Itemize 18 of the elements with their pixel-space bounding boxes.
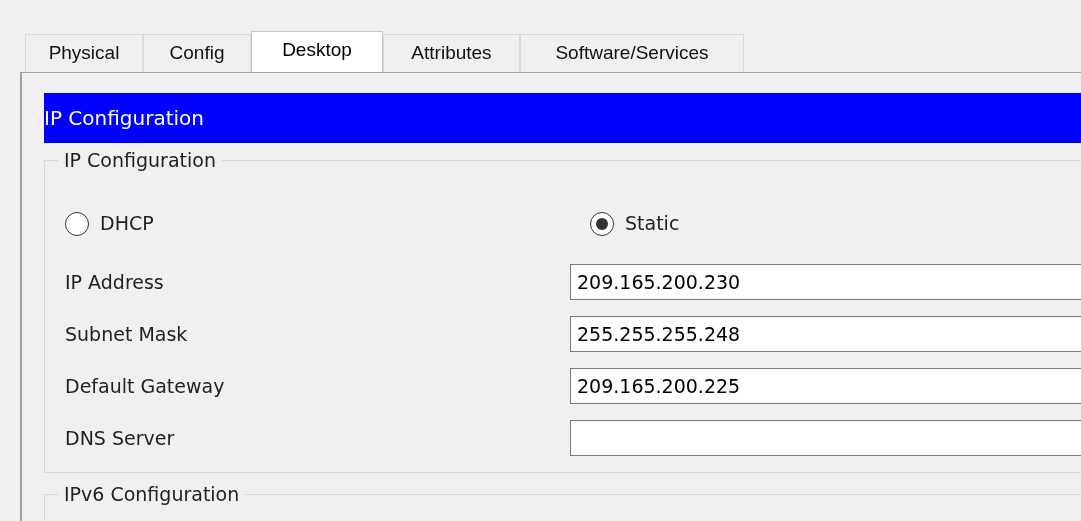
tab[interactable]: Desktop xyxy=(251,31,383,72)
tab[interactable]: Physical xyxy=(25,34,143,72)
field-label: Default Gateway xyxy=(64,373,226,399)
field-label: Subnet Mask xyxy=(64,321,189,347)
radio-button[interactable] xyxy=(590,211,614,236)
field-label: IP Address xyxy=(64,269,165,295)
tab[interactable]: Attributes xyxy=(383,34,520,72)
section-header: IP Configuration xyxy=(44,93,1081,143)
tab[interactable]: Software/Services xyxy=(520,34,744,72)
input-field[interactable] xyxy=(570,420,1081,456)
input-field[interactable]: 209.165.200.230 xyxy=(570,264,1081,300)
input-field[interactable]: 255.255.255.248 xyxy=(570,316,1081,352)
radio-label: DHCP xyxy=(100,211,154,237)
tab[interactable]: Config xyxy=(143,34,251,72)
radio-button[interactable] xyxy=(65,211,89,236)
field-label: DNS Server xyxy=(64,425,176,451)
input-field[interactable]: 209.165.200.225 xyxy=(570,368,1081,404)
radio-label: Static xyxy=(625,211,680,237)
